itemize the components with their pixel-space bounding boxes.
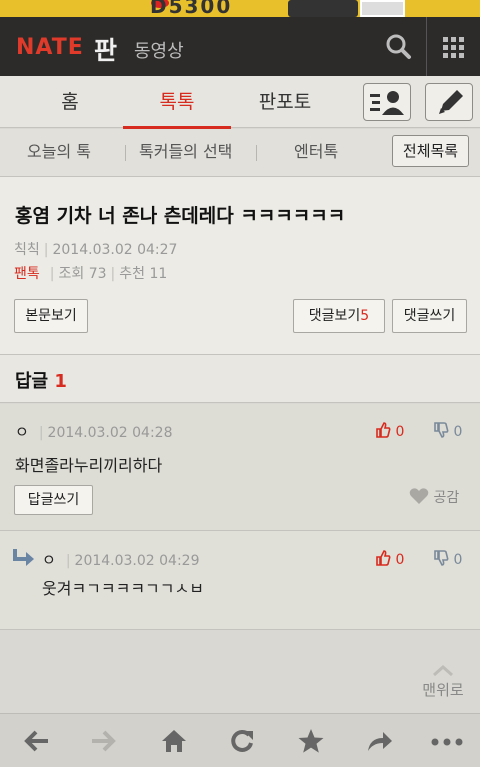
nate-logo[interactable]: NATE — [16, 35, 84, 60]
post-header: 홍염 기차 너 존나 츤데레다 ㅋㅋㅋㅋㅋㅋ 칙칙 | 2014.03.02 04:… — [0, 177, 480, 355]
view-comments-button[interactable]: 댓글보기5 — [293, 299, 385, 333]
reply-date: 2014.03.02 04:29 — [74, 553, 200, 569]
like-button[interactable]: 0 — [375, 422, 404, 440]
back-button[interactable] — [5, 714, 65, 767]
view-body-button[interactable]: 본문보기 — [14, 299, 88, 333]
thumbs-up-icon — [376, 550, 391, 566]
write-post-button[interactable] — [425, 83, 473, 121]
star-icon — [298, 729, 324, 753]
thumbs-up-icon — [376, 422, 391, 438]
comment-count: 5 — [360, 308, 370, 324]
ad-banner[interactable]: D5300 — [0, 0, 480, 17]
content-footer: 맨위로 — [0, 631, 480, 713]
top-bar: NATE 판 동영상 — [0, 17, 480, 76]
subtab-today[interactable]: 오늘의 톡 — [27, 129, 91, 177]
like-count: 0 — [395, 424, 405, 440]
write-reply-button[interactable]: 답글쓰기 — [14, 485, 93, 515]
view-comments-label: 댓글보기 — [308, 308, 361, 324]
comment-item: ㅇ | 2014.03.02 04:28 0 0 화면졸라누리끼리하다 답글쓰기 공… — [0, 404, 480, 531]
reply-text: 웃겨ㅋㄱㅋㅋㅋㄱㄱㅅㅂ — [42, 579, 204, 598]
subtab-divider — [256, 145, 257, 161]
ad-camera-image — [288, 0, 358, 17]
refresh-icon — [231, 729, 253, 752]
pan-logo[interactable]: 판 — [94, 31, 117, 67]
post-title: 홍염 기차 너 존나 츤데레다 ㅋㅋㅋㅋㅋㅋ — [15, 205, 346, 227]
thumbs-down-icon — [434, 550, 449, 566]
subtab-enter[interactable]: 엔터톡 — [294, 129, 338, 177]
menu-button[interactable] — [427, 17, 480, 76]
like-button[interactable]: 0 — [375, 550, 404, 568]
replies-count: 1 — [54, 371, 67, 392]
dislike-count: 0 — [453, 552, 463, 568]
ad-text: D5300 — [150, 0, 233, 17]
comment-meta: ㅇ | 2014.03.02 04:28 — [15, 423, 173, 441]
dislike-count: 0 — [453, 424, 463, 440]
tab-panphoto[interactable]: 판포토 — [243, 76, 327, 128]
replies-label: 답글 — [15, 371, 49, 392]
write-comment-button[interactable]: 댓글쓰기 — [392, 299, 467, 333]
scroll-to-top-label: 맨위로 — [422, 681, 464, 699]
tab-toktok[interactable]: 톡톡 — [123, 76, 231, 129]
dislike-button[interactable]: 0 — [433, 422, 462, 440]
chevron-up-icon — [433, 664, 453, 677]
all-list-button[interactable]: 전체목록 — [392, 135, 469, 167]
subtab-choice[interactable]: 톡커들의 선택 — [139, 129, 232, 177]
post-meta: 칙칙 | 2014.03.02 04:27 — [14, 242, 178, 258]
more-button[interactable] — [413, 714, 473, 767]
bookmark-button[interactable] — [280, 714, 340, 767]
sub-tabs: 오늘의 톡 톡커들의 선택 엔터톡 전체목록 — [0, 129, 480, 177]
dislike-button[interactable]: 0 — [433, 550, 462, 568]
video-link[interactable]: 동영상 — [134, 37, 184, 63]
ad-photo-image — [360, 0, 405, 17]
share-icon — [368, 732, 392, 751]
replies-header: 답글 1 — [0, 355, 480, 403]
post-date: 2014.03.02 04:27 — [52, 242, 178, 258]
home-icon — [162, 730, 186, 752]
post-views: 조회 73 — [58, 266, 107, 282]
comment-text: 화면졸라누리끼리하다 — [15, 456, 163, 475]
replies-title: 답글 1 — [15, 367, 67, 393]
empathy-button[interactable]: 공감 — [409, 487, 459, 507]
post-author[interactable]: 칙칙 — [14, 242, 40, 258]
thumbs-down-icon — [434, 422, 449, 438]
tab-home[interactable]: 홈 — [30, 76, 110, 128]
like-count: 0 — [395, 552, 405, 568]
my-page-icon — [370, 91, 404, 115]
search-button[interactable] — [376, 17, 424, 76]
share-button[interactable] — [348, 714, 408, 767]
more-icon — [431, 738, 463, 746]
reply-item: ㅇ | 2014.03.02 04:29 0 0 웃겨ㅋㄱㅋㅋㅋㄱㄱㅅㅂ — [0, 531, 480, 630]
subtab-divider — [125, 145, 126, 161]
empathy-label: 공감 — [433, 490, 460, 506]
tab-toktok-label: 톡톡 — [159, 91, 195, 113]
search-icon — [386, 34, 411, 59]
browser-toolbar — [0, 713, 480, 767]
heart-icon — [409, 488, 429, 504]
grid-menu-icon — [443, 37, 464, 58]
pencil-icon — [439, 90, 463, 114]
scroll-to-top-button[interactable]: 맨위로 — [416, 663, 470, 700]
my-page-button[interactable] — [363, 83, 411, 121]
home-button[interactable] — [143, 714, 203, 767]
post-recommends: 추천 11 — [119, 266, 168, 282]
reply-author[interactable]: ㅇ — [42, 551, 56, 569]
refresh-button[interactable] — [211, 714, 271, 767]
reply-arrow-icon — [13, 549, 34, 566]
forward-button[interactable] — [73, 714, 133, 767]
post-stats: 팬톡 | 조회 73 | 추천 11 — [14, 266, 168, 282]
comment-author[interactable]: ㅇ — [15, 423, 29, 441]
back-icon — [24, 730, 48, 752]
post-category[interactable]: 팬톡 — [14, 266, 40, 282]
forward-icon — [92, 730, 116, 752]
main-tabs: 홈 톡톡 판포토 — [0, 76, 480, 129]
comment-date: 2014.03.02 04:28 — [47, 425, 173, 441]
reply-meta: ㅇ | 2014.03.02 04:29 — [42, 551, 200, 569]
